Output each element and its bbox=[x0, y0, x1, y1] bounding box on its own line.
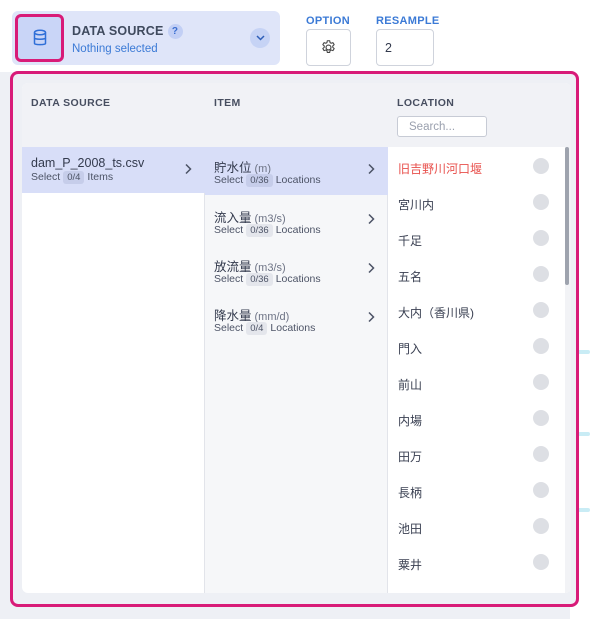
location-row[interactable]: 宮川内 bbox=[388, 185, 563, 221]
item-row[interactable]: 流入量 (m3/s) Select 0/36 Locations bbox=[205, 197, 388, 245]
data-source-list: dam_P_2008_ts.csv Select 0/4 Items bbox=[22, 147, 205, 593]
location-list: 旧吉野川河口堰 宮川内 千足 五名 大内（香川県) 門入 前山 内場 田万 長柄… bbox=[388, 147, 571, 593]
location-name: 旧吉野川河口堰 bbox=[398, 162, 483, 176]
location-name: 長柄 bbox=[398, 486, 423, 500]
column-header-data-source: DATA SOURCE bbox=[31, 97, 111, 109]
location-radio[interactable] bbox=[533, 158, 549, 174]
location-radio[interactable] bbox=[533, 266, 549, 282]
location-row[interactable]: 五名 bbox=[388, 257, 563, 293]
location-row[interactable]: 千足 bbox=[388, 221, 563, 257]
item-row[interactable]: 降水量 (mm/d) Select 0/4 Locations bbox=[205, 295, 388, 343]
location-row[interactable]: 田万 bbox=[388, 437, 563, 473]
item-selection-count: Select 0/4 Locations bbox=[214, 322, 316, 335]
gear-icon bbox=[322, 40, 335, 53]
chevron-right-icon bbox=[185, 163, 192, 175]
source-name: dam_P_2008_ts.csv bbox=[31, 156, 145, 170]
location-row[interactable]: 門入 bbox=[388, 329, 563, 365]
option-label: OPTION bbox=[306, 15, 350, 27]
data-source-status: Nothing selected bbox=[72, 43, 158, 55]
source-row[interactable]: dam_P_2008_ts.csv Select 0/4 Items bbox=[22, 147, 205, 193]
location-row[interactable]: 池田 bbox=[388, 509, 563, 545]
location-radio[interactable] bbox=[533, 554, 549, 570]
chevron-down-icon[interactable] bbox=[250, 28, 270, 48]
location-row[interactable]: 旧吉野川河口堰 bbox=[388, 149, 563, 185]
location-radio[interactable] bbox=[533, 410, 549, 426]
chevron-right-icon bbox=[368, 262, 375, 274]
database-icon bbox=[33, 29, 46, 46]
data-source-selector[interactable]: DATA SOURCE? Nothing selected bbox=[12, 11, 280, 65]
location-name: 宮川内 bbox=[398, 198, 435, 212]
column-header-location: LOCATION bbox=[397, 97, 455, 109]
data-selection-panel: DATA SOURCE ITEM LOCATION dam_P_2008_ts.… bbox=[22, 83, 571, 593]
source-selection-count: Select 0/4 Items bbox=[31, 171, 114, 184]
option-button[interactable] bbox=[306, 29, 351, 66]
location-radio[interactable] bbox=[533, 374, 549, 390]
database-button[interactable] bbox=[15, 14, 64, 62]
location-row[interactable]: 粟井 bbox=[388, 545, 563, 581]
location-radio[interactable] bbox=[533, 194, 549, 210]
help-icon[interactable]: ? bbox=[167, 24, 183, 39]
item-row[interactable]: 貯水位 (m) Select 0/36 Locations bbox=[205, 147, 388, 195]
location-search-input[interactable] bbox=[397, 116, 487, 137]
item-selection-count: Select 0/36 Locations bbox=[214, 273, 321, 286]
location-radio[interactable] bbox=[533, 230, 549, 246]
location-name: 池田 bbox=[398, 522, 423, 536]
location-name: 田万 bbox=[398, 450, 423, 464]
column-header-bar bbox=[22, 83, 571, 147]
location-name: 千足 bbox=[398, 234, 423, 248]
item-selection-count: Select 0/36 Locations bbox=[214, 224, 321, 237]
location-name: 五名 bbox=[398, 270, 423, 284]
location-radio[interactable] bbox=[533, 302, 549, 318]
data-source-title: DATA SOURCE? bbox=[72, 24, 183, 39]
resample-input[interactable] bbox=[376, 29, 434, 66]
item-list: 貯水位 (m) Select 0/36 Locations 流入量 (m3/s) Sel… bbox=[205, 147, 388, 593]
location-row[interactable]: 長柄 bbox=[388, 473, 563, 509]
location-radio[interactable] bbox=[533, 518, 549, 534]
location-name: 門入 bbox=[398, 342, 423, 356]
location-row[interactable]: 内場 bbox=[388, 401, 563, 437]
item-row[interactable]: 放流量 (m3/s) Select 0/36 Locations bbox=[205, 246, 388, 294]
location-scrollbar[interactable] bbox=[565, 147, 571, 593]
location-radio[interactable] bbox=[533, 446, 549, 462]
location-radio[interactable] bbox=[533, 338, 549, 354]
chevron-right-icon bbox=[368, 163, 375, 175]
location-name: 大内（香川県) bbox=[398, 306, 474, 320]
location-radio[interactable] bbox=[533, 482, 549, 498]
location-name: 粟井 bbox=[398, 558, 423, 572]
location-row[interactable]: 大内（香川県) bbox=[388, 293, 563, 329]
column-header-item: ITEM bbox=[214, 97, 241, 109]
item-selection-count: Select 0/36 Locations bbox=[214, 174, 321, 187]
location-name: 前山 bbox=[398, 378, 423, 392]
scrollbar-thumb[interactable] bbox=[565, 147, 569, 285]
chevron-right-icon bbox=[368, 311, 375, 323]
chevron-right-icon bbox=[368, 213, 375, 225]
location-name: 内場 bbox=[398, 414, 423, 428]
resample-label: RESAMPLE bbox=[376, 15, 440, 27]
location-row[interactable]: 前山 bbox=[388, 365, 563, 401]
